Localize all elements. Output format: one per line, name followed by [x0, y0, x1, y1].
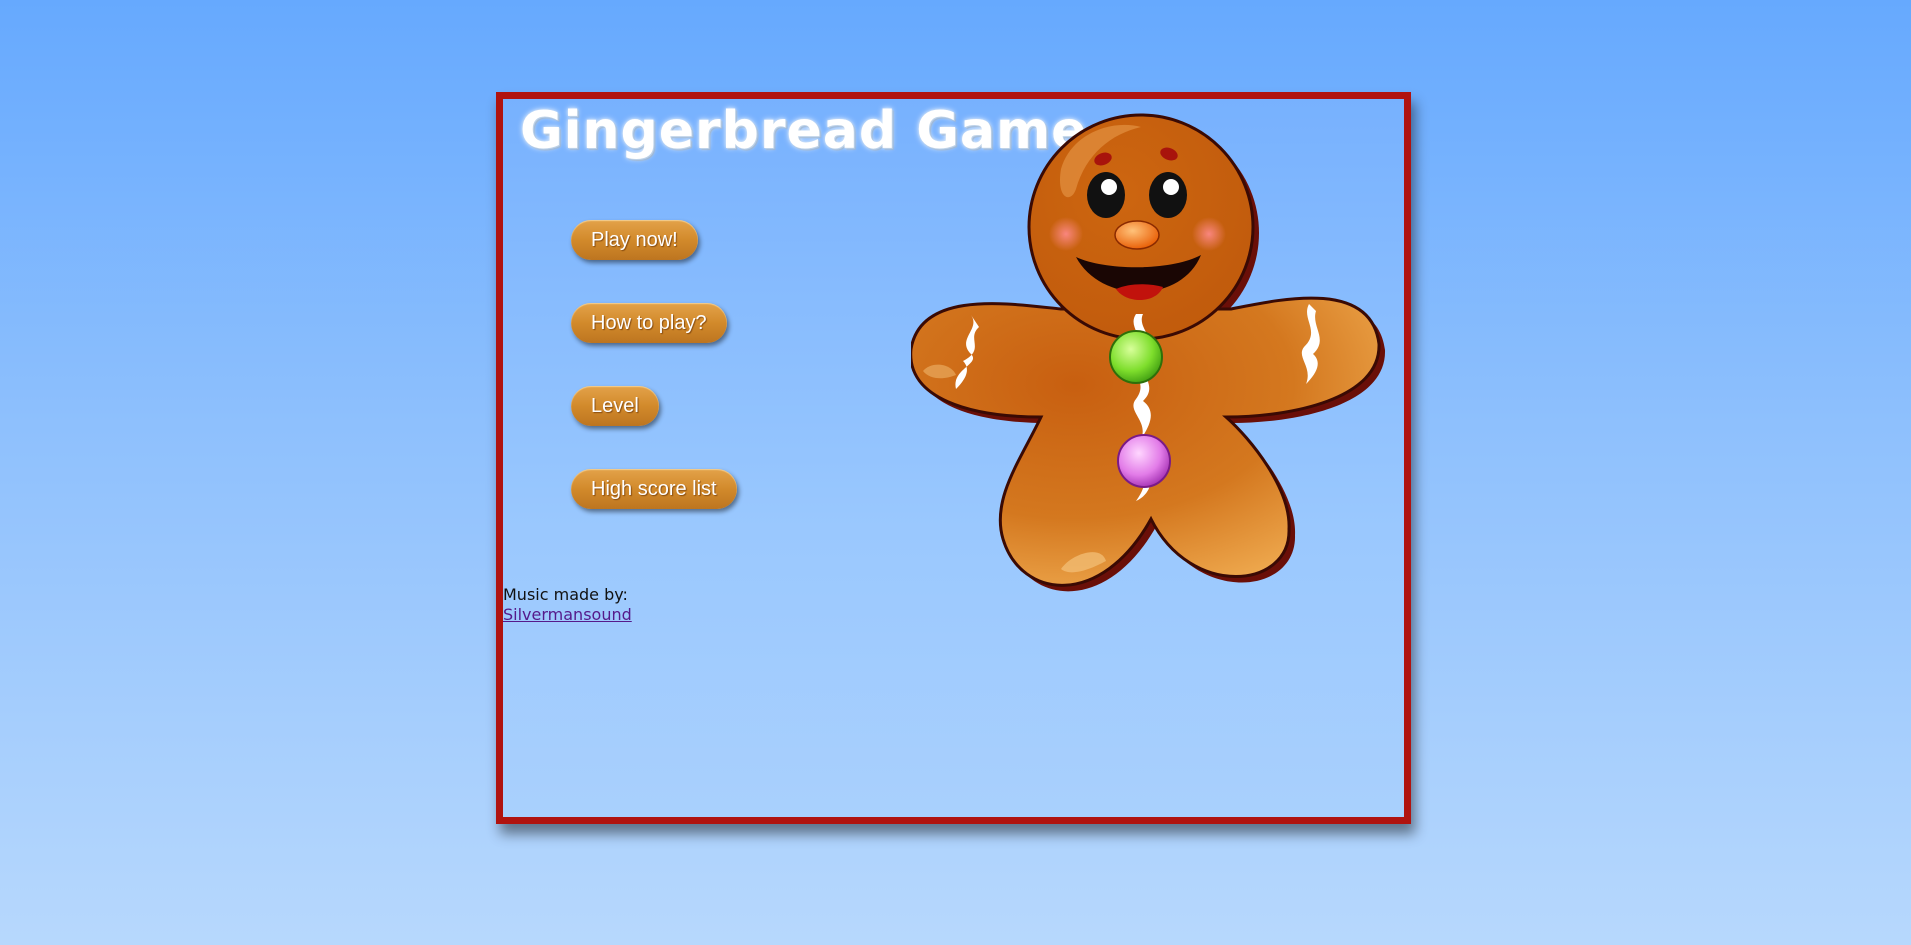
- high-score-list-button[interactable]: High score list: [571, 469, 737, 509]
- play-now-button[interactable]: Play now!: [571, 220, 698, 260]
- level-button[interactable]: Level: [571, 386, 659, 426]
- gingerbread-man-icon: [911, 113, 1386, 592]
- credits-label: Music made by:: [503, 585, 628, 604]
- music-credits: Music made by: Silvermansound: [503, 585, 632, 625]
- game-frame: Gingerbread Game Play now! How to play? …: [496, 92, 1411, 824]
- credits-link[interactable]: Silvermansound: [503, 605, 632, 625]
- main-menu: Play now! How to play? Level High score …: [571, 220, 737, 552]
- how-to-play-button[interactable]: How to play?: [571, 303, 727, 343]
